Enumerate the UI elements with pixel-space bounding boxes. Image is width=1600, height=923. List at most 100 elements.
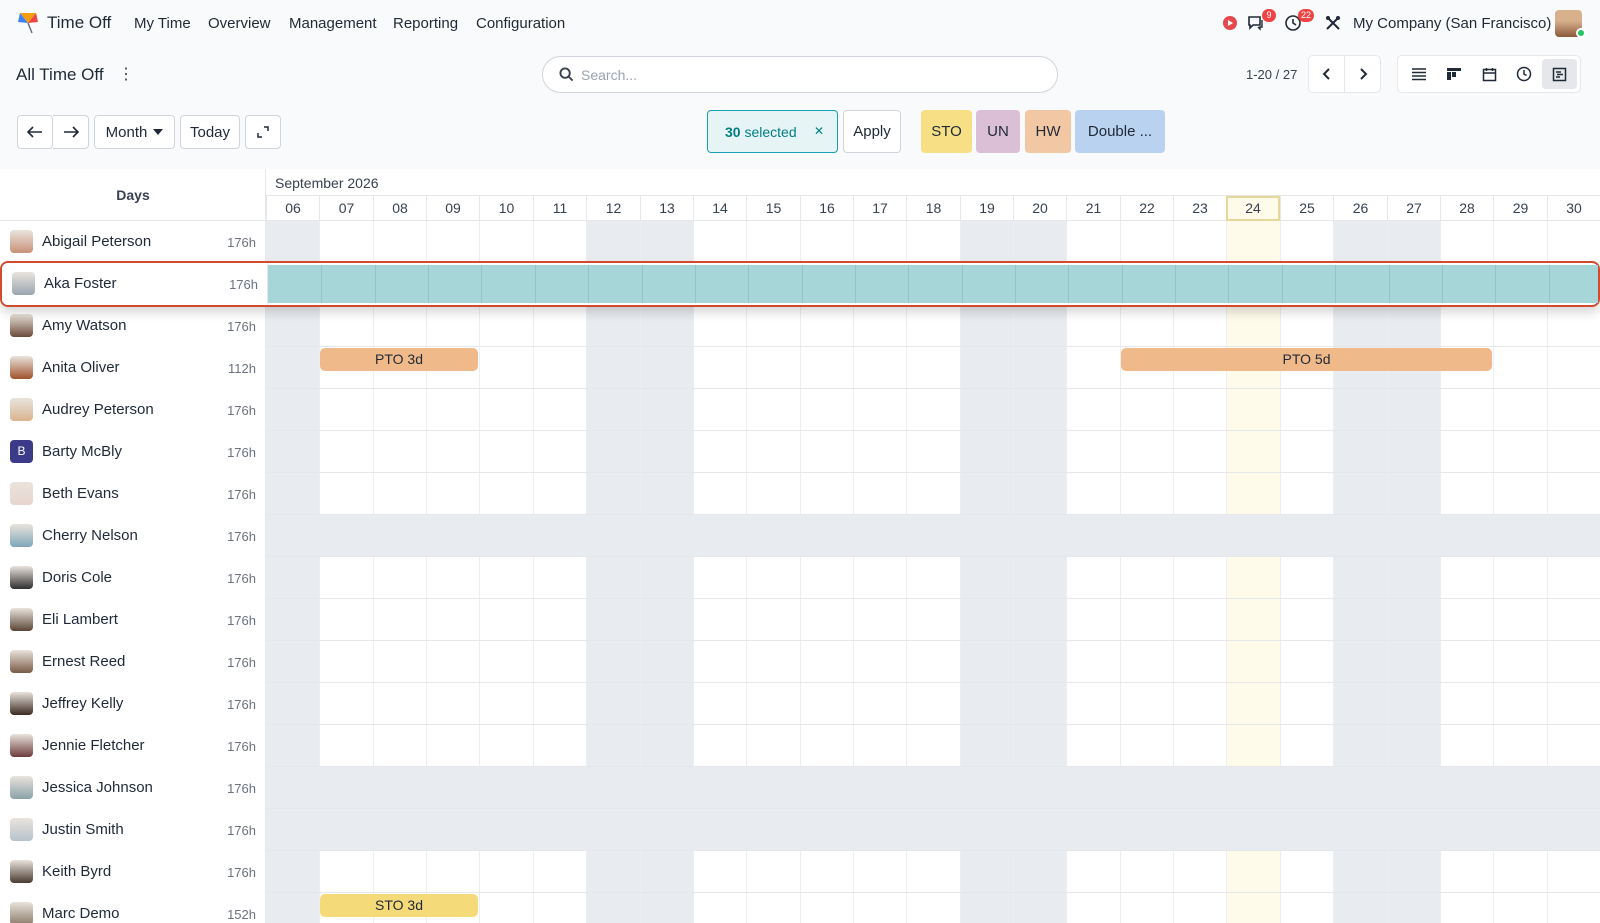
employee-name: Justin Smith [42, 821, 124, 838]
employee-cell-aka-foster[interactable]: Aka Foster 176h [2, 263, 268, 305]
employee-hours: 176h [227, 529, 256, 544]
employee-row[interactable]: Abigail Peterson 176h [0, 221, 1600, 263]
employee-name: Doris Cole [42, 569, 113, 586]
selected-cell-divider [481, 265, 482, 303]
selected-employee-row[interactable]: Aka Foster 176h [0, 261, 1600, 307]
employee-name: Jennie Fletcher [42, 737, 145, 754]
employee-cell-marc-demo[interactable]: Marc Demo 152h [0, 893, 266, 923]
selected-cells[interactable] [268, 265, 1598, 303]
employee-row[interactable]: Beth Evans 176h [0, 473, 1600, 515]
arrow-left-icon [27, 126, 42, 138]
leave-type-hw-button[interactable]: HW [1025, 110, 1071, 153]
search-input[interactable] [581, 64, 1041, 86]
employee-cell-jennie-fletcher[interactable]: Jennie Fletcher 176h [0, 725, 266, 767]
employee-row[interactable]: Jeffrey Kelly 176h [0, 683, 1600, 725]
employee-cell-cherry-nelson[interactable]: Cherry Nelson 176h [0, 515, 266, 557]
menu-reporting[interactable]: Reporting [393, 15, 458, 32]
employee-row[interactable]: Audrey Peterson 176h [0, 389, 1600, 431]
day-header-18: 18 [906, 196, 960, 221]
day-header-13: 13 [640, 196, 693, 221]
employee-row[interactable]: Anita Oliver 112h PTO 3d PTO 5d [0, 347, 1600, 389]
employee-name: Beth Evans [42, 485, 119, 502]
day-header-16: 16 [800, 196, 853, 221]
employee-row[interactable]: Ernest Reed 176h [0, 641, 1600, 683]
chevron-left-icon [1322, 68, 1330, 80]
pager-next-button[interactable] [1344, 56, 1380, 92]
leave-pill[interactable]: PTO 3d [320, 348, 478, 371]
menu-overview[interactable]: Overview [208, 15, 271, 32]
employee-cell-justin-smith[interactable]: Justin Smith 176h [0, 809, 266, 851]
month-label: September 2026 [275, 175, 379, 191]
employee-cell-keith-byrd[interactable]: Keith Byrd 176h [0, 851, 266, 893]
activity-view-button[interactable] [1507, 59, 1542, 89]
app-name[interactable]: Time Off [47, 13, 111, 33]
tools-icon[interactable] [1323, 13, 1343, 33]
employee-row[interactable]: Cherry Nelson 176h [0, 515, 1600, 557]
day-header-14: 14 [693, 196, 746, 221]
day-header-27: 27 [1387, 196, 1440, 221]
selected-cell-divider [1442, 265, 1443, 303]
leave-type-sto-button[interactable]: STO [921, 110, 972, 153]
pager-previous-button[interactable] [1309, 56, 1344, 92]
apply-button[interactable]: Apply [843, 110, 901, 153]
employee-hours: 176h [227, 781, 256, 796]
employee-cell-doris-cole[interactable]: Doris Cole 176h [0, 557, 266, 599]
employee-row[interactable]: Doris Cole 176h [0, 557, 1600, 599]
today-button[interactable]: Today [180, 115, 240, 149]
arrow-right-icon [63, 126, 79, 138]
selected-cell-divider [1175, 265, 1176, 303]
employee-avatar [12, 272, 35, 295]
employee-cell-amy-watson[interactable]: Amy Watson 176h [0, 305, 266, 347]
search-bar[interactable] [542, 56, 1058, 93]
list-icon [1411, 68, 1426, 81]
employee-row[interactable]: B Barty McBly 176h [0, 431, 1600, 473]
scale-dropdown[interactable]: Month [94, 115, 175, 149]
kanban-view-button[interactable] [1436, 59, 1471, 89]
menu-configuration[interactable]: Configuration [476, 15, 565, 32]
day-header-21: 21 [1066, 196, 1120, 221]
employee-row[interactable]: Eli Lambert 176h [0, 599, 1600, 641]
previous-period-button[interactable] [17, 115, 53, 149]
clear-selection-close-icon[interactable]: ✕ [814, 124, 824, 138]
gantt-view-button[interactable] [1541, 59, 1578, 89]
employee-cell-jessica-johnson[interactable]: Jessica Johnson 176h [0, 767, 266, 809]
employee-row[interactable]: Amy Watson 176h [0, 305, 1600, 347]
calendar-view-button[interactable] [1471, 59, 1506, 89]
leave-type-double-button[interactable]: Double ... [1075, 110, 1165, 153]
employee-row[interactable]: Jessica Johnson 176h [0, 767, 1600, 809]
employee-cell-abigail-peterson[interactable]: Abigail Peterson 176h [0, 221, 266, 263]
employee-name: Barty McBly [42, 443, 123, 460]
employee-cell-audrey-peterson[interactable]: Audrey Peterson 176h [0, 389, 266, 431]
selected-cell-divider [321, 265, 322, 303]
employee-row[interactable]: Justin Smith 176h [0, 809, 1600, 851]
record-icon[interactable] [1220, 13, 1240, 33]
leave-pill[interactable]: PTO 5d [1121, 348, 1492, 371]
employee-row[interactable]: Marc Demo 152h STO 3d [0, 893, 1600, 923]
employee-avatar [10, 902, 33, 923]
selected-cell-divider [588, 265, 589, 303]
day-header-22: 22 [1120, 196, 1173, 221]
actions-kebab-icon[interactable]: ⋮ [118, 66, 134, 84]
employee-cell-eli-lambert[interactable]: Eli Lambert 176h [0, 599, 266, 641]
leave-type-un-button[interactable]: UN [976, 110, 1020, 153]
employee-cell-ernest-reed[interactable]: Ernest Reed 176h [0, 641, 266, 683]
time-off-logo-icon[interactable] [16, 10, 40, 34]
selected-cell-divider [1122, 265, 1123, 303]
list-view-button[interactable] [1401, 59, 1436, 89]
menu-management[interactable]: Management [289, 15, 377, 32]
employee-cell-jeffrey-kelly[interactable]: Jeffrey Kelly 176h [0, 683, 266, 725]
company-switcher[interactable]: My Company (San Francisco) [1353, 15, 1551, 32]
employee-row[interactable]: Jennie Fletcher 176h [0, 725, 1600, 767]
employee-cell-barty-mcbly[interactable]: B Barty McBly 176h [0, 431, 266, 473]
employee-row[interactable]: Keith Byrd 176h [0, 851, 1600, 893]
pager-value[interactable]: 1-20 / 27 [1246, 67, 1297, 82]
employee-cell-anita-oliver[interactable]: Anita Oliver 112h [0, 347, 266, 389]
menu-my-time[interactable]: My Time [134, 15, 191, 32]
employee-avatar [10, 398, 33, 421]
employee-cell-beth-evans[interactable]: Beth Evans 176h [0, 473, 266, 515]
next-period-button[interactable] [53, 115, 89, 149]
expand-button[interactable] [245, 115, 281, 149]
activities-badge: 22 [1298, 9, 1315, 22]
employee-avatar [10, 608, 33, 631]
leave-pill[interactable]: STO 3d [320, 894, 478, 917]
